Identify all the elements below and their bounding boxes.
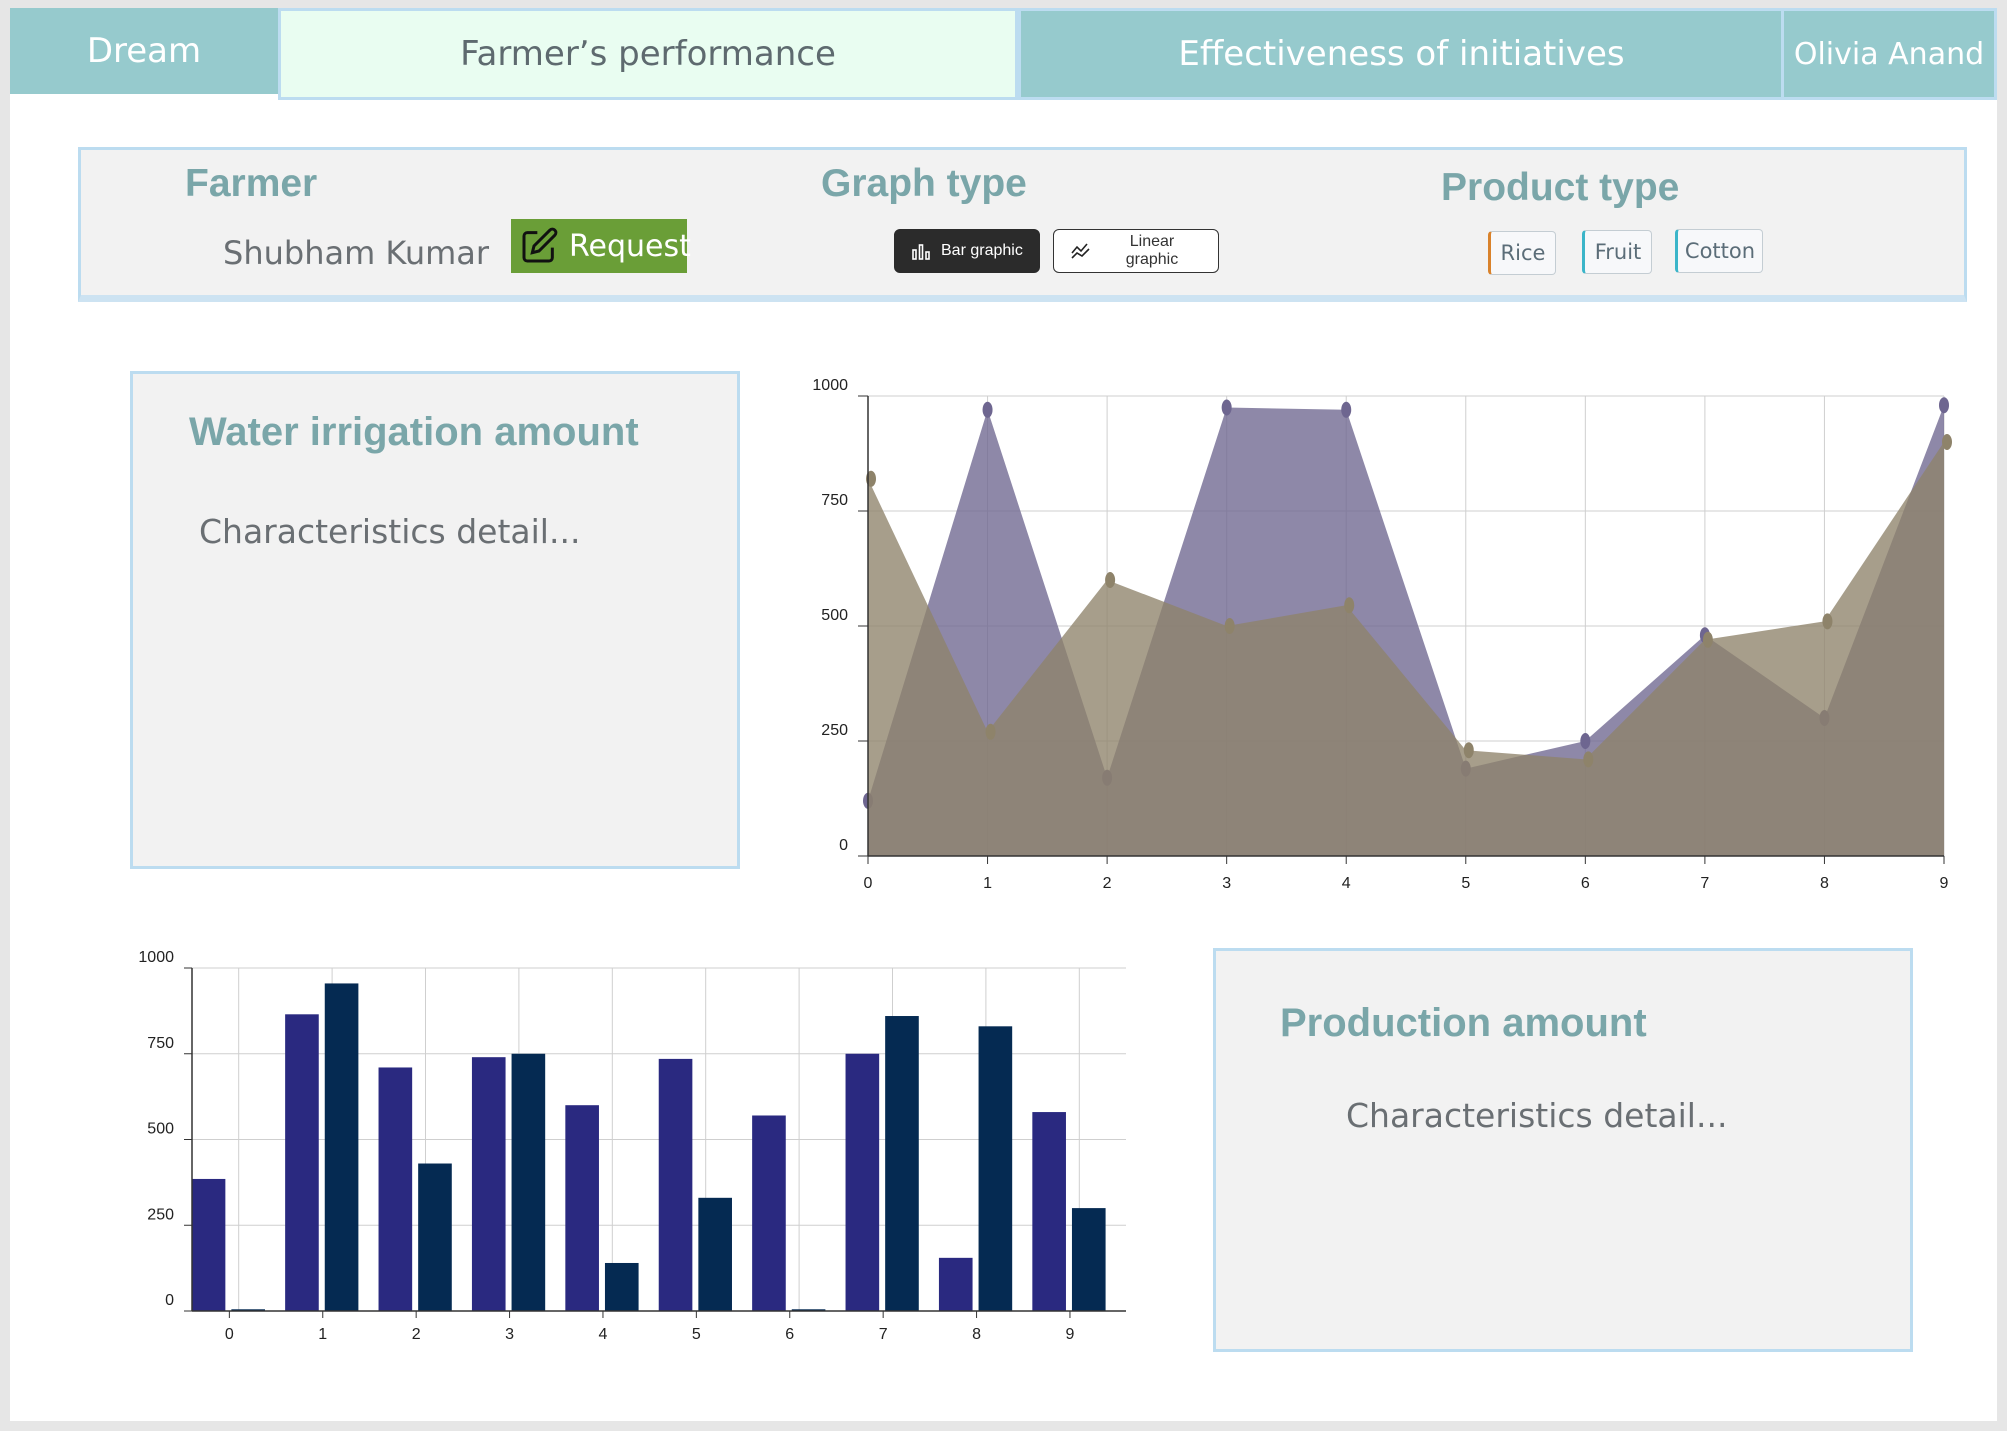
- area-point: [1463, 742, 1474, 759]
- bar-series-0: [565, 1105, 599, 1311]
- request-label: Request: [569, 228, 691, 264]
- area-point: [1105, 572, 1116, 588]
- y-tick-label: 1000: [138, 949, 174, 966]
- bar-series-1: [698, 1197, 732, 1311]
- production-amount-card: Production amount Characteristics detail…: [1213, 948, 1913, 1352]
- bar-series-0: [191, 1178, 226, 1311]
- bar-series-0: [658, 1058, 693, 1311]
- x-tick-label: 2: [412, 1326, 421, 1343]
- x-tick-label: 0: [225, 1326, 234, 1343]
- y-tick-label: 250: [821, 722, 848, 739]
- filter-panel: Farmer Shubham Kumar Request Graph type …: [78, 147, 1967, 302]
- area-point: [1583, 751, 1594, 768]
- bar-series-0: [752, 1115, 786, 1311]
- x-tick-label: 5: [692, 1326, 701, 1343]
- app-page: Dream Farmer’s performance Effectiveness…: [10, 8, 1997, 1421]
- y-tick-label: 500: [821, 607, 848, 624]
- product-cotton-button[interactable]: Cotton: [1675, 229, 1763, 273]
- area-point: [1942, 434, 1952, 450]
- line-chart-icon: [1070, 241, 1092, 261]
- bar-series-1: [511, 1053, 546, 1311]
- bar-series-1: [978, 1026, 1013, 1311]
- y-tick-label: 0: [165, 1292, 174, 1309]
- production-amount-title: Production amount: [1280, 1001, 1647, 1045]
- water-irrigation-detail: Characteristics detail...: [199, 512, 581, 551]
- x-tick-label: 8: [1820, 875, 1829, 892]
- farmer-name: Shubham Kumar: [223, 234, 490, 272]
- product-rice-button[interactable]: Rice: [1488, 231, 1556, 275]
- x-tick-label: 7: [879, 1326, 888, 1343]
- y-tick-label: 750: [821, 492, 848, 509]
- bar-series-0: [845, 1053, 880, 1311]
- bar-series-1: [1071, 1208, 1106, 1311]
- tab-effectiveness-of-initiatives[interactable]: Effectiveness of initiatives: [1018, 8, 1785, 100]
- x-tick-label: 4: [1342, 875, 1351, 892]
- bar-series-0: [378, 1067, 413, 1311]
- area-point: [985, 723, 996, 740]
- bar-series-0: [938, 1257, 973, 1311]
- area-point: [1341, 401, 1352, 418]
- area-point: [1224, 618, 1235, 634]
- x-tick-label: 5: [1461, 875, 1470, 892]
- edit-icon: [519, 226, 559, 266]
- water-irrigation-title: Water irrigation amount: [189, 410, 639, 454]
- y-tick-label: 250: [147, 1206, 174, 1223]
- production-amount-detail: Characteristics detail...: [1346, 1096, 1728, 1135]
- user-menu[interactable]: Olivia Anand: [1781, 8, 1997, 100]
- farmer-title: Farmer: [185, 162, 318, 205]
- tab-farmers-performance[interactable]: Farmer’s performance: [278, 8, 1018, 100]
- tab-dream[interactable]: Dream: [10, 8, 278, 94]
- x-tick-label: 7: [1700, 875, 1709, 892]
- x-tick-label: 2: [1103, 875, 1112, 892]
- x-tick-label: 0: [864, 875, 873, 892]
- bar-series-1: [604, 1262, 639, 1311]
- x-tick-label: 8: [972, 1326, 981, 1343]
- y-tick-label: 750: [147, 1035, 174, 1052]
- y-tick-label: 500: [147, 1121, 174, 1138]
- linear-graphic-label: Linear graphic: [1125, 233, 1179, 268]
- x-tick-label: 1: [983, 875, 992, 892]
- bar-series-1: [324, 983, 359, 1311]
- area-point: [1221, 399, 1232, 416]
- bar-graphic-button[interactable]: Bar graphic: [894, 229, 1040, 273]
- bar-series-0: [471, 1057, 506, 1311]
- x-tick-label: 9: [1066, 1326, 1075, 1343]
- x-tick-label: 3: [1222, 875, 1231, 892]
- bar-series-1: [418, 1163, 452, 1311]
- x-tick-label: 1: [318, 1326, 327, 1343]
- product-fruit-button[interactable]: Fruit: [1582, 230, 1652, 274]
- x-tick-label: 4: [599, 1326, 608, 1343]
- bar-graphic-label: Bar graphic: [941, 242, 1023, 259]
- x-tick-label: 6: [1581, 875, 1590, 892]
- area-chart: 0 1 2 3 4 5 6 7 8 9 0 250 500 750 1000: [812, 377, 1952, 892]
- linear-graphic-button[interactable]: Linear graphic: [1053, 229, 1219, 273]
- bar-series-1: [885, 1016, 919, 1311]
- x-tick-label: 9: [1940, 875, 1949, 892]
- bar-chart: 0 250 500 750 1000 0 1 2 3 4 5 6 7 8 9: [138, 949, 1126, 1343]
- water-irrigation-card: Water irrigation amount Characteristics …: [130, 371, 740, 869]
- area-point: [982, 401, 993, 418]
- x-tick-label: 3: [505, 1326, 514, 1343]
- request-button[interactable]: Request: [511, 219, 691, 273]
- bar-series-0: [285, 1014, 319, 1311]
- graph-type-title: Graph type: [821, 162, 1027, 205]
- bar-chart-icon: [911, 241, 931, 261]
- x-tick-label: 6: [785, 1326, 794, 1343]
- area-point: [1580, 733, 1591, 749]
- area-point: [1702, 631, 1713, 648]
- y-tick-label: 0: [839, 837, 848, 854]
- product-type-title: Product type: [1441, 166, 1680, 209]
- area-point: [1822, 613, 1833, 630]
- area-point: [1344, 597, 1355, 614]
- y-tick-label: 1000: [812, 377, 848, 394]
- area-point: [1939, 397, 1949, 414]
- bar-series-0: [1032, 1112, 1066, 1311]
